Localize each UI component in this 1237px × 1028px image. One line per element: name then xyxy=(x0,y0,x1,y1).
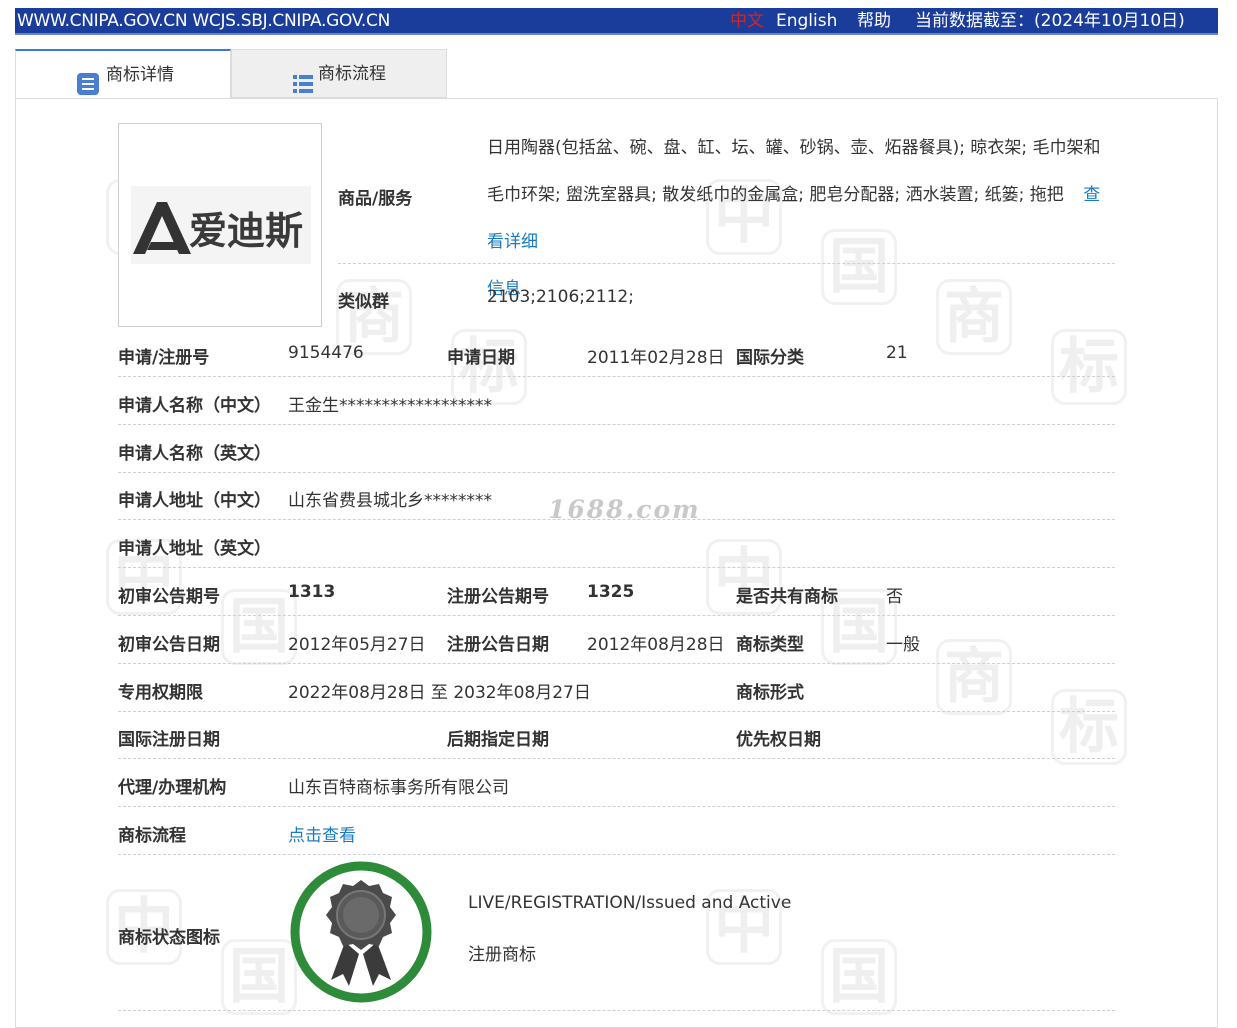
prelim-no-value: 1313 xyxy=(288,582,336,602)
prelim-no-label: 初审公告期号 xyxy=(118,587,220,607)
top-bar: WWW.CNIPA.GOV.CN WCJS.SBJ.CNIPA.GOV.CN 中… xyxy=(15,8,1218,35)
status-text-cn: 注册商标 xyxy=(468,945,536,965)
divider xyxy=(118,663,1115,664)
divider xyxy=(118,854,1115,855)
document-icon xyxy=(76,67,99,95)
shared-label: 是否共有商标 xyxy=(736,587,838,607)
shared-value: 否 xyxy=(886,587,903,607)
divider xyxy=(118,567,1115,568)
intl-reg-date-label: 国际注册日期 xyxy=(118,730,220,750)
app-date-label: 申请日期 xyxy=(447,348,515,368)
trademark-logo: 爱迪斯 xyxy=(131,186,311,264)
watermark-char: 标 xyxy=(1051,689,1127,765)
tm-type-value: 一般 xyxy=(886,635,920,655)
watermark-char: 商 xyxy=(936,639,1012,715)
reg-notice-no-label: 注册公告期号 xyxy=(447,587,549,607)
reg-no-label: 申请/注册号 xyxy=(118,348,210,368)
address-en-label: 申请人地址（英文） xyxy=(118,539,271,559)
process-label: 商标流程 xyxy=(118,826,186,846)
award-badge-icon xyxy=(289,860,433,1004)
divider xyxy=(118,1010,1115,1011)
tab-label: 商标流程 xyxy=(318,64,386,84)
list-icon xyxy=(292,66,314,93)
reg-no-value: 9154476 xyxy=(288,343,364,363)
similar-group-label: 类似群 xyxy=(338,292,389,312)
trademark-image: 爱迪斯 xyxy=(118,123,322,327)
tab-trademark-details[interactable]: 商标详情 xyxy=(15,49,231,99)
tm-type-label: 商标类型 xyxy=(736,635,804,655)
help-link[interactable]: 帮助 xyxy=(857,8,891,35)
exclusive-term-label: 专用权期限 xyxy=(118,683,203,703)
watermark-char: 国 xyxy=(821,939,897,1015)
app-date-value: 2011年02月28日 xyxy=(587,348,725,368)
divider xyxy=(118,472,1115,473)
lang-chinese-link[interactable]: 中文 xyxy=(730,8,764,35)
prelim-date-label: 初审公告日期 xyxy=(118,635,220,655)
logo-text: 爱迪斯 xyxy=(189,209,303,253)
reg-notice-date-label: 注册公告日期 xyxy=(447,635,549,655)
goods-text: 日用陶器(包括盆、碗、盘、缸、坛、罐、砂锅、壶、炻器餐具); 晾衣架; 毛巾架和… xyxy=(487,138,1101,205)
priority-date-label: 优先权日期 xyxy=(736,730,821,750)
intl-class-label: 国际分类 xyxy=(736,348,804,368)
applicant-cn-label: 申请人名称（中文） xyxy=(118,396,271,416)
divider xyxy=(118,806,1115,807)
later-designation-label: 后期指定日期 xyxy=(447,730,549,750)
address-cn-label: 申请人地址（中文） xyxy=(118,491,271,511)
tab-trademark-process[interactable]: 商标流程 xyxy=(231,49,447,98)
site-domains: WWW.CNIPA.GOV.CN WCJS.SBJ.CNIPA.GOV.CN xyxy=(17,11,391,31)
divider xyxy=(118,519,1115,520)
status-icon-label: 商标状态图标 xyxy=(118,928,220,948)
agent-label: 代理/办理机构 xyxy=(118,778,227,798)
reg-notice-date-value: 2012年08月28日 xyxy=(587,635,725,655)
watermark-char: 标 xyxy=(1051,329,1127,405)
prelim-date-value: 2012年05月27日 xyxy=(288,635,426,655)
address-cn-value: 山东省费县城北乡******** xyxy=(288,491,492,511)
reg-notice-no-value: 1325 xyxy=(587,582,635,602)
applicant-cn-value: 王金生****************** xyxy=(288,396,492,416)
divider xyxy=(118,711,1115,712)
divider xyxy=(118,376,1115,377)
applicant-en-label: 申请人名称（英文） xyxy=(118,444,271,464)
status-text-en: LIVE/REGISTRATION/Issued and Active xyxy=(468,893,792,913)
data-as-of: 当前数据截至：(2024年10月10日) xyxy=(915,11,1185,31)
process-view-link[interactable]: 点击查看 xyxy=(288,821,356,846)
watermark-char: 国 xyxy=(221,939,297,1015)
divider xyxy=(118,615,1115,616)
goods-label: 商品/服务 xyxy=(338,189,413,209)
divider xyxy=(118,424,1115,425)
divider xyxy=(338,263,1115,264)
agent-value: 山东百特商标事务所有限公司 xyxy=(288,778,509,798)
exclusive-term-value: 2022年08月28日 至 2032年08月27日 xyxy=(288,683,591,703)
tab-label: 商标详情 xyxy=(106,65,174,85)
divider xyxy=(118,758,1115,759)
intl-class-value: 21 xyxy=(886,343,908,363)
watermark-char: 国 xyxy=(221,589,297,665)
goods-text-block: 日用陶器(包括盆、碗、盘、缸、坛、罐、砂锅、壶、炻器餐具); 晾衣架; 毛巾架和… xyxy=(487,125,1117,313)
tm-form-label: 商标形式 xyxy=(736,683,804,703)
lang-english-link[interactable]: English xyxy=(776,8,837,35)
similar-group-value: 2103;2106;2112; xyxy=(487,287,634,307)
